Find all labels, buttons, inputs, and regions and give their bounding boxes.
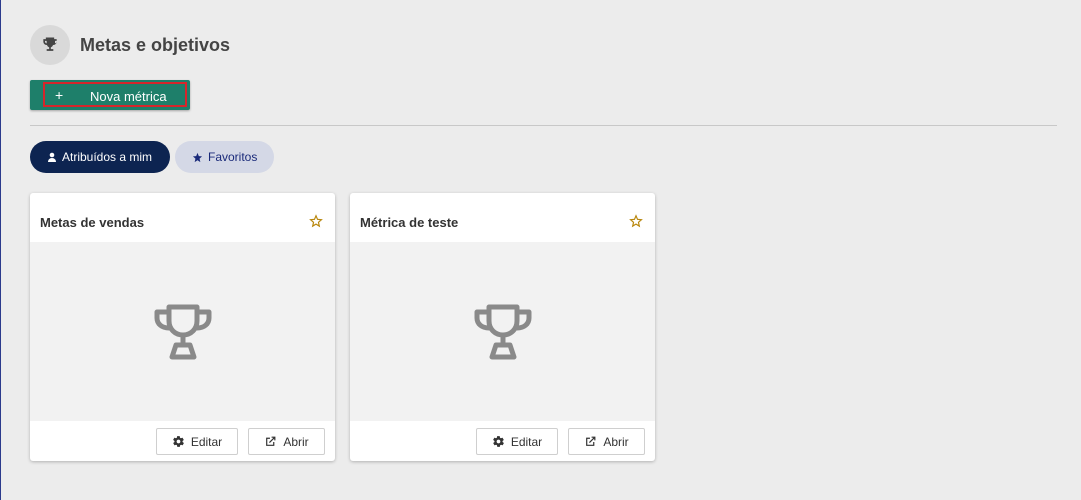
metric-card-image <box>30 242 335 421</box>
open-button-label: Abrir <box>283 434 309 449</box>
edit-button[interactable]: Editar <box>476 428 558 455</box>
external-link-icon <box>266 436 276 446</box>
metric-card: Metas de vendas Editar Abrir <box>30 193 335 461</box>
open-button[interactable]: Abrir <box>248 428 325 455</box>
edit-button-label: Editar <box>510 434 543 449</box>
filter-assigned-label: Atribuídos a mim <box>62 150 153 164</box>
metric-card-image <box>350 242 655 421</box>
plus-icon: + <box>55 87 64 103</box>
page-header: Metas e objetivos <box>30 25 230 65</box>
filter-assigned-to-me[interactable]: Atribuídos a mim <box>30 141 170 173</box>
favorite-star-icon[interactable] <box>309 214 323 233</box>
edit-button[interactable]: Editar <box>156 428 238 455</box>
new-metric-button[interactable]: + Nova métrica <box>30 80 190 110</box>
trophy-icon <box>154 304 211 359</box>
person-icon <box>48 152 56 162</box>
gear-icon <box>492 436 504 447</box>
page-title: Metas e objetivos <box>80 34 231 55</box>
metric-card-title: Métrica de teste <box>360 215 459 230</box>
new-metric-button-highlight[interactable]: + Nova métrica <box>43 82 187 107</box>
star-icon <box>192 152 203 162</box>
external-link-icon <box>586 436 596 446</box>
new-metric-label: Nova métrica <box>90 89 167 104</box>
gear-icon <box>172 436 184 447</box>
filter-favorites-label: Favoritos <box>208 150 258 164</box>
favorite-star-icon[interactable] <box>629 214 643 233</box>
edit-button-label: Editar <box>190 434 223 449</box>
open-button[interactable]: Abrir <box>568 428 645 455</box>
metric-card-title: Metas de vendas <box>40 215 145 230</box>
open-button-label: Abrir <box>603 434 629 449</box>
filter-favorites[interactable]: Favoritos <box>175 141 274 173</box>
trophy-icon <box>474 304 531 359</box>
trophy-icon <box>30 25 70 65</box>
metric-card: Métrica de teste Editar Abrir <box>350 193 655 461</box>
divider <box>30 125 1057 126</box>
